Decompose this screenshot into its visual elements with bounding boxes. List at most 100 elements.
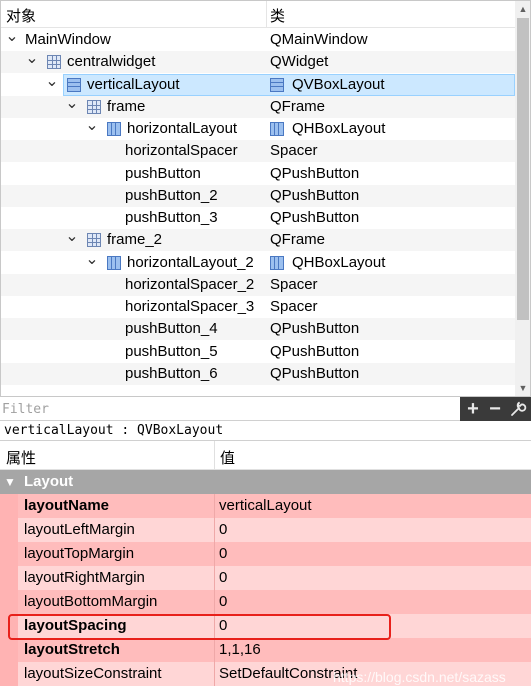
property-name: layoutStretch	[18, 638, 214, 662]
property-name: layoutTopMargin	[18, 542, 214, 566]
property-row-layoutSpacing[interactable]: layoutSpacing 0	[0, 614, 531, 638]
property-value[interactable]: 0	[215, 590, 531, 614]
object-class-name: QMainWindow	[270, 31, 368, 48]
scroll-down-arrow-icon[interactable]: ▼	[515, 380, 530, 396]
header-separator	[214, 441, 215, 470]
chevron-down-icon[interactable]: ⌄	[85, 251, 99, 268]
tree-row[interactable]: ⌄ horizontalLayout_2 QHBoxLayout	[1, 251, 515, 274]
object-name: centralwidget	[67, 53, 156, 71]
selected-object-class-label: verticalLayout : QVBoxLayout	[0, 421, 531, 441]
row-marker	[0, 494, 18, 518]
widget-grid-icon	[87, 233, 101, 248]
chevron-down-icon[interactable]: ⌄	[5, 29, 19, 45]
object-name: pushButton_5	[125, 342, 218, 360]
vertical-scrollbar[interactable]: ▲ ▼	[515, 1, 530, 396]
row-marker	[0, 566, 18, 590]
object-name: horizontalSpacer	[125, 142, 238, 160]
chevron-down-icon[interactable]: ⌄	[25, 51, 39, 67]
row-marker	[0, 542, 18, 566]
object-name: verticalLayout	[87, 75, 180, 93]
row-marker	[0, 662, 18, 686]
property-name: layoutName	[18, 494, 214, 518]
property-name: layoutLeftMargin	[18, 518, 214, 542]
object-name: MainWindow	[25, 31, 111, 48]
object-name: pushButton	[125, 164, 201, 182]
object-name: horizontalSpacer_2	[125, 275, 255, 293]
property-value[interactable]: 0	[215, 566, 531, 590]
tree-row[interactable]: pushButton_3 QPushButton	[1, 207, 515, 229]
tree-row[interactable]: pushButton_2 QPushButton	[1, 184, 515, 207]
tree-row[interactable]: horizontalSpacer Spacer	[1, 140, 515, 163]
property-row-layoutRightMargin[interactable]: layoutRightMargin 0	[0, 566, 531, 590]
tree-row[interactable]: ⌄ centralwidget QWidget	[1, 51, 515, 74]
property-row-layoutSizeConstraint[interactable]: layoutSizeConstraint SetDefaultConstraint	[0, 662, 531, 686]
layout-group-header[interactable]: ▼ Layout	[0, 470, 531, 494]
property-value[interactable]: 1,1,16	[215, 638, 531, 662]
property-value[interactable]: 0	[215, 518, 531, 542]
hbox-layout-icon	[107, 255, 121, 270]
tree-row[interactable]: ⌄ frame QFrame	[1, 95, 515, 118]
filter-input[interactable]	[2, 399, 458, 419]
tree-row[interactable]: ⌄ MainWindow QMainWindow	[1, 29, 515, 51]
tree-row[interactable]: ⌄ frame_2 QFrame	[1, 229, 515, 252]
chevron-down-icon[interactable]: ⌄	[65, 95, 79, 112]
object-class-name: Spacer	[270, 275, 318, 293]
object-class-name: QPushButton	[270, 364, 360, 382]
object-name: pushButton_4	[125, 320, 218, 338]
tree-row[interactable]: ⌄ verticalLayout QVBoxLayout	[1, 73, 515, 96]
tree-row[interactable]: horizontalSpacer_3 Spacer	[1, 296, 515, 318]
wrench-icon[interactable]	[507, 397, 529, 421]
scroll-up-arrow-icon[interactable]: ▲	[515, 1, 530, 17]
property-value[interactable]: verticalLayout	[215, 494, 531, 518]
object-class-name: QFrame	[270, 97, 326, 115]
header-separator	[266, 1, 267, 28]
property-value[interactable]: SetDefaultConstraint	[215, 662, 531, 686]
property-row-layoutLeftMargin[interactable]: layoutLeftMargin 0	[0, 518, 531, 542]
chevron-down-icon[interactable]: ⌄	[85, 118, 99, 134]
object-class-name: QHBoxLayout	[292, 120, 386, 137]
object-name: frame	[107, 97, 146, 115]
hbox-layout-icon	[107, 122, 121, 136]
class-column-header[interactable]: 类	[270, 5, 285, 26]
tree-row[interactable]: pushButton QPushButton	[1, 163, 515, 185]
object-class-name: QVBoxLayout	[292, 75, 385, 93]
tree-row[interactable]: pushButton_5 QPushButton	[1, 341, 515, 363]
object-class-name: Spacer	[270, 298, 318, 315]
property-name: layoutBottomMargin	[18, 590, 214, 614]
object-class-name: QPushButton	[270, 209, 360, 226]
scrollbar-thumb[interactable]	[517, 18, 529, 320]
group-title: Layout	[24, 473, 74, 490]
property-name: layoutSpacing	[18, 614, 214, 638]
object-class-name: Spacer	[270, 142, 318, 160]
property-row-layoutName[interactable]: layoutName verticalLayout	[0, 494, 531, 518]
property-row-layoutTopMargin[interactable]: layoutTopMargin 0	[0, 542, 531, 566]
property-row-layoutBottomMargin[interactable]: layoutBottomMargin 0	[0, 590, 531, 614]
vbox-layout-icon	[67, 77, 81, 92]
property-value[interactable]: 0	[215, 542, 531, 566]
property-name: layoutSizeConstraint	[18, 662, 214, 686]
tree-row[interactable]: horizontalSpacer_2 Spacer	[1, 273, 515, 296]
widget-grid-icon	[87, 99, 101, 114]
object-column-header[interactable]: 对象	[6, 5, 36, 26]
property-name: layoutRightMargin	[18, 566, 214, 590]
property-column-header[interactable]: 属性	[6, 447, 36, 468]
object-inspector-header: 对象 类	[1, 1, 515, 28]
property-value[interactable]: 0	[215, 614, 531, 638]
object-class-name: QPushButton	[270, 164, 360, 182]
filter-toolbar: + −	[460, 397, 531, 421]
tree-row[interactable]: pushButton_4 QPushButton	[1, 318, 515, 341]
chevron-down-icon[interactable]: ⌄	[45, 73, 59, 90]
chevron-down-icon[interactable]: ⌄	[65, 229, 79, 245]
tree-row[interactable]: pushButton_6 QPushButton	[1, 362, 515, 385]
chevron-down-icon[interactable]: ▼	[4, 470, 16, 494]
value-column-header[interactable]: 值	[220, 447, 235, 468]
tree-row[interactable]: ⌄ horizontalLayout QHBoxLayout	[1, 118, 515, 140]
filter-bar: + −	[0, 397, 531, 421]
object-name: pushButton_6	[125, 364, 218, 382]
minus-icon[interactable]: −	[484, 397, 506, 421]
hbox-layout-icon	[270, 255, 284, 270]
object-name: pushButton_3	[125, 209, 218, 226]
plus-icon[interactable]: +	[462, 397, 484, 421]
object-name: horizontalLayout_2	[127, 253, 254, 271]
property-row-layoutStretch[interactable]: layoutStretch 1,1,16	[0, 638, 531, 662]
